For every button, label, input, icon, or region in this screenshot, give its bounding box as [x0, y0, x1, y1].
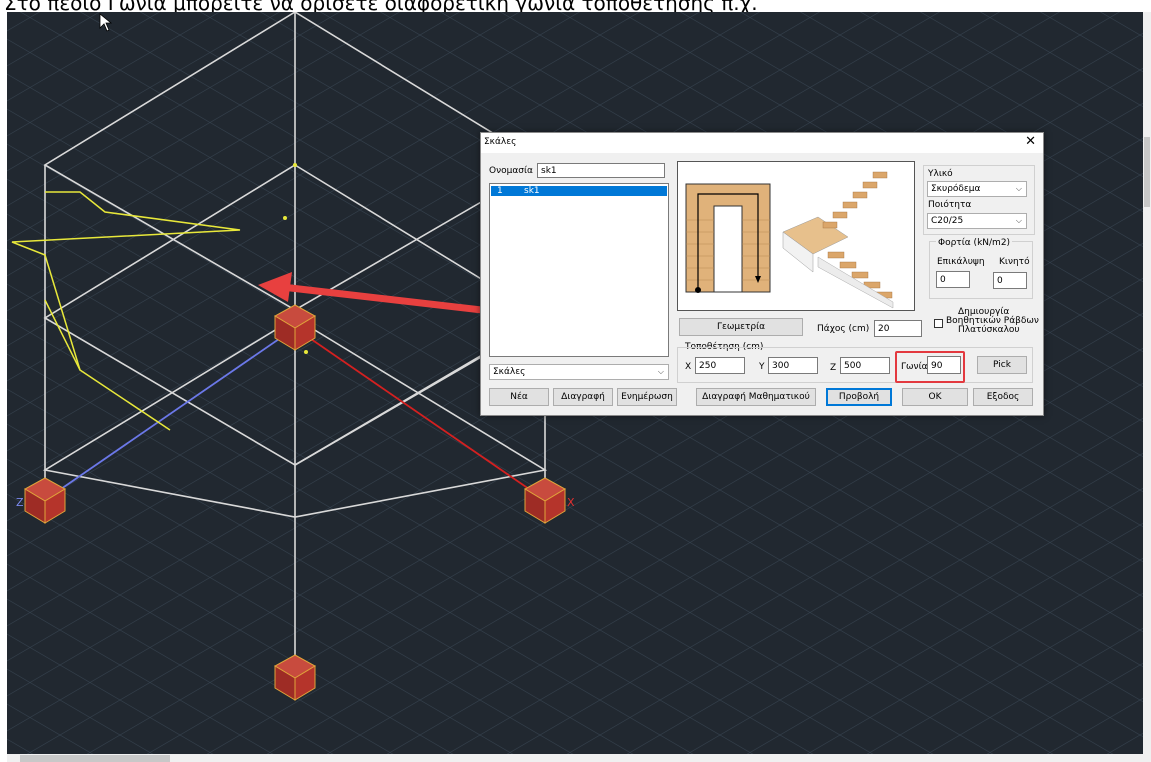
live-field[interactable]: 0: [993, 272, 1027, 289]
z-field[interactable]: 500: [840, 357, 890, 374]
cover-label: Επικάλυψη: [937, 257, 985, 267]
exit-button[interactable]: Εξοδος: [973, 388, 1033, 406]
z-axis-label: Z: [16, 496, 24, 509]
yellow-point: [304, 350, 308, 354]
geometry-button[interactable]: Γεωμετρία: [679, 318, 803, 336]
pick-button[interactable]: Pick: [977, 356, 1027, 374]
stair-type-select[interactable]: Σκάλες ⌵: [489, 364, 669, 380]
y-field[interactable]: 300: [768, 357, 818, 374]
horizontal-scrollbar[interactable]: [7, 754, 1151, 762]
angle-highlight-box: [895, 351, 965, 383]
new-button[interactable]: Νέα: [489, 388, 549, 406]
delete-button[interactable]: Διαγραφή: [553, 388, 613, 406]
y-label: Y: [759, 362, 765, 372]
z-label: Z: [830, 363, 837, 373]
delete-math-button[interactable]: Διαγραφή Μαθηματικού: [696, 388, 816, 406]
vertical-scrollbar[interactable]: [1143, 12, 1151, 754]
name-field[interactable]: sk1: [537, 163, 665, 178]
quality-select[interactable]: C20/25 ⌵: [927, 213, 1027, 229]
update-button[interactable]: Ενημέρωση: [617, 388, 677, 406]
stairs-listbox[interactable]: 1 sk1: [489, 183, 669, 357]
yellow-point: [293, 163, 297, 167]
dialog-title: Σκάλες: [484, 137, 517, 147]
chevron-down-icon: ⌵: [1015, 184, 1022, 193]
aux-bars-checkbox[interactable]: [934, 319, 943, 328]
ok-button[interactable]: OK: [902, 388, 968, 406]
horizontal-scroll-thumb[interactable]: [20, 755, 170, 762]
live-label: Κινητό: [999, 257, 1030, 267]
x-field[interactable]: 250: [695, 357, 745, 374]
thickness-label: Πάχος (cm): [817, 324, 870, 334]
stair-preview-image: [677, 161, 915, 311]
list-item[interactable]: 1 sk1: [491, 186, 667, 196]
loads-group: [929, 241, 1033, 299]
chevron-down-icon: ⌵: [1015, 216, 1022, 225]
vertical-scroll-thumb[interactable]: [1144, 137, 1150, 207]
chevron-down-icon: ⌵: [657, 367, 664, 376]
quality-label: Ποιότητα: [928, 200, 972, 210]
aux-bars-label-3: Πλατύσκαλου: [958, 325, 1020, 335]
name-label: Ονομασία: [489, 166, 533, 176]
close-icon[interactable]: ✕: [1025, 135, 1036, 149]
dialog-titlebar[interactable]: Σκάλες ✕: [481, 133, 1043, 153]
cover-field[interactable]: 0: [936, 271, 970, 288]
yellow-point: [283, 216, 287, 220]
thickness-field[interactable]: 20: [874, 320, 922, 337]
x-label: X: [685, 362, 692, 372]
x-axis-label: X: [567, 496, 575, 509]
view-button[interactable]: Προβολή: [826, 388, 892, 406]
loads-label: Φορτία (kN/m2): [936, 238, 1013, 248]
material-select[interactable]: Σκυρόδεμα ⌵: [927, 181, 1027, 197]
